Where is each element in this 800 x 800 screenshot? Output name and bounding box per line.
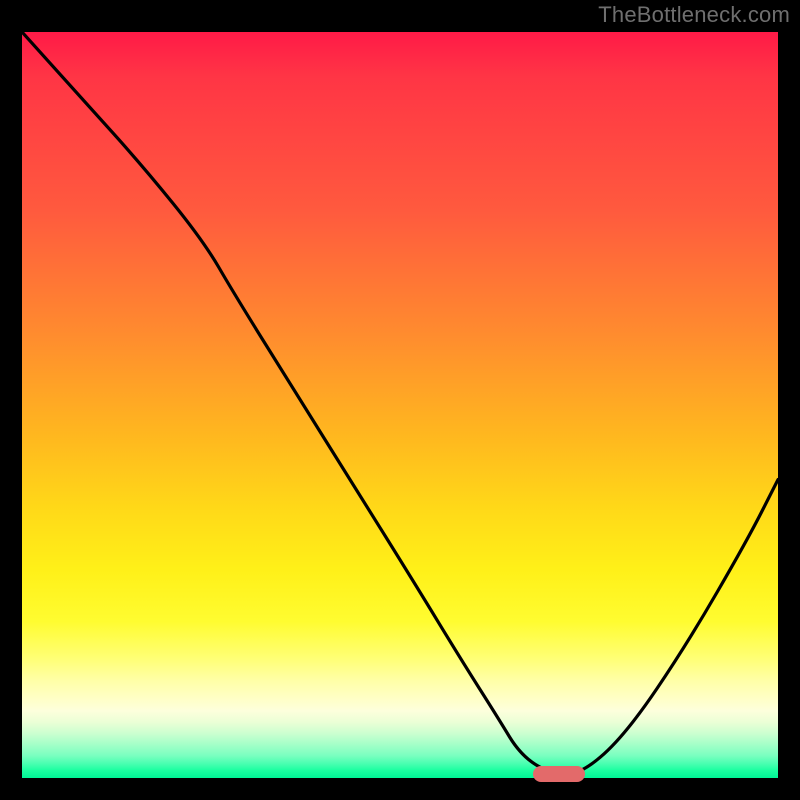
curve-svg xyxy=(22,32,778,778)
attribution-text: TheBottleneck.com xyxy=(598,2,790,28)
chart-frame: TheBottleneck.com xyxy=(0,0,800,800)
plot-area xyxy=(22,32,778,778)
bottleneck-curve-path xyxy=(22,32,778,774)
optimum-marker xyxy=(533,766,585,782)
